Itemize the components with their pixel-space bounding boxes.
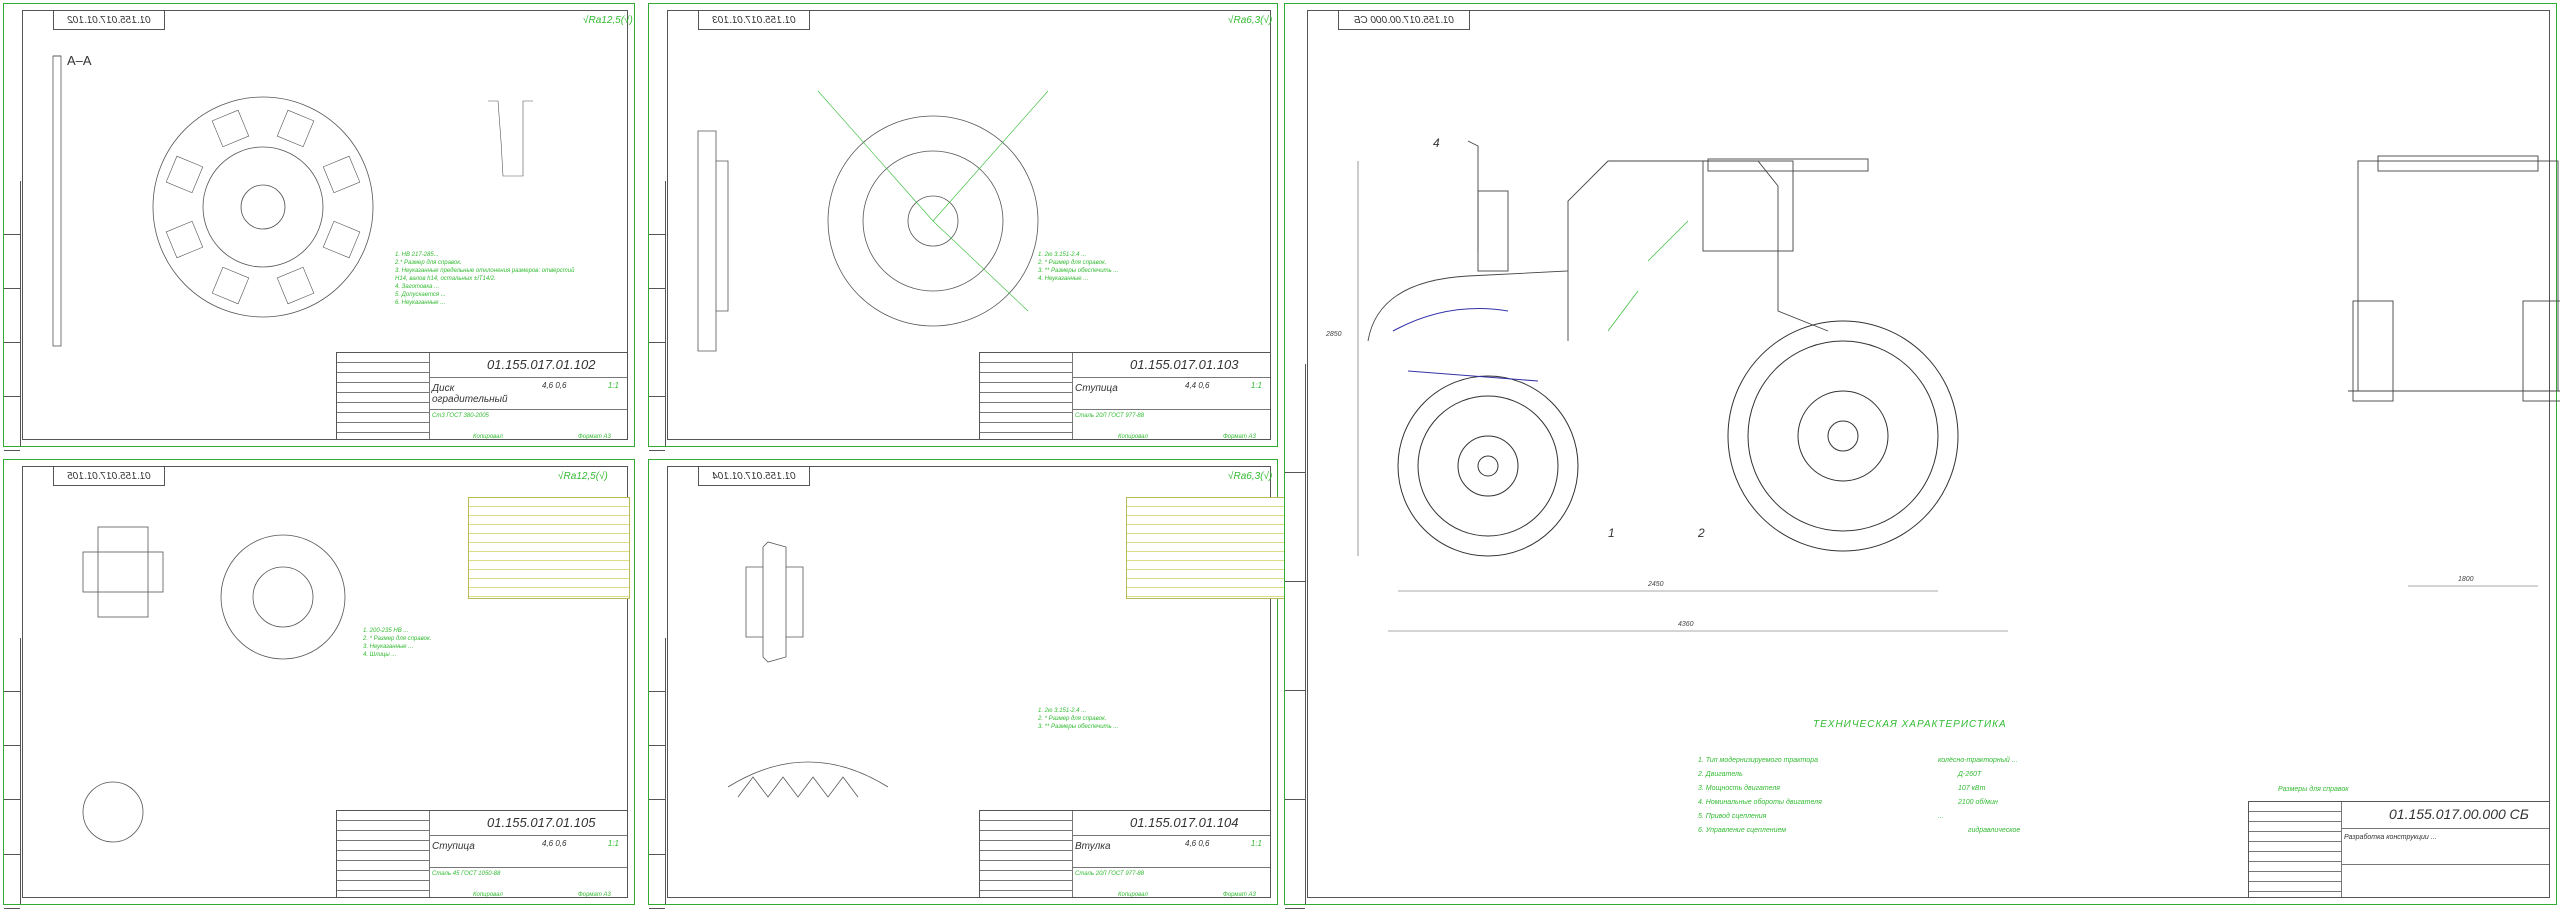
disk-window [165,155,204,194]
position-4: 4 [1433,136,1440,150]
copied-label: Копировал [1118,434,1148,440]
dimension-height: 2850 [1326,331,1342,338]
disk-window [276,109,315,148]
drawing-scale: 1:1 [607,839,619,848]
tractor-assembly-drawing [1357,140,2560,632]
sheet-frame: 01.155.017.01.102 √Ra12,5(√) 1. НВ 217-2… [22,10,633,440]
tech-notes: 1. 200-235 НВ ... 2. * Размер для справо… [363,628,432,658]
disk-window [211,109,250,148]
sheet-frame: 01.155.017.01.104 √Ra6,3(√) 1. 2ю 3.151-… [667,466,1288,898]
char-row-1-value: колёсно-тракторный ... [1938,757,2018,764]
part-mass: 4,6 0,6 [542,839,567,848]
disk-window [276,266,315,305]
position-2: 2 [1698,526,1705,540]
drawing-sheet-2: 01.155.017.01.103 √Ra6,3(√) 1. 2ю 3.151-… [648,3,1278,451]
disk-window [211,266,250,305]
format-label: Формат А3 [1223,434,1256,440]
part-mass: 4,6 0,6 [1185,839,1210,848]
title-block: 01.155.017.01.104 Втулка 4,6 0,6 1:1 Ста… [979,810,1270,897]
left-strip [4,637,21,909]
disk-window [165,220,204,259]
left-strip [4,180,21,451]
tech-notes: 1. 2ю 3.151-2.4 ... 2. * Размер для спра… [1038,708,1119,730]
drawing-sheet-1: 01.155.017.01.102 √Ra12,5(√) 1. НВ 217-2… [3,3,635,451]
char-row-4-label: 4. Номинальные обороты двигателя [1698,799,1822,806]
char-row-1-label: 1. Тип модернизируемого трактора [1698,757,1818,764]
part-name: Ступица [1075,383,1118,394]
char-row-6-label: 6. Управление сцеплением [1698,827,1787,834]
title-block: 01.155.017.01.105 Ступица 4,6 0,6 1:1 Ст… [336,810,627,897]
left-strip [649,180,666,451]
format-label: Формат А3 [1223,892,1256,898]
material: Сталь 45 ГОСТ 1050-88 [432,871,501,877]
part-mass: 4,4 0,6 [1185,381,1210,390]
tech-notes: 1. НВ 217-285... 2.* Размер для справок.… [395,252,575,306]
dimension-wheelbase: 2450 [1648,581,1664,588]
copied-label: Копировал [1118,892,1148,898]
section-label-a-a: А–А [67,53,92,68]
char-row-3-value: 107 кВт [1958,785,1986,792]
material: Сталь 20Л ГОСТ 977-88 [1075,871,1145,877]
sheet-frame: 01.155.017.01.103 √Ra6,3(√) 1. 2ю 3.151-… [667,10,1272,440]
assembly-name: Разработка конструкции ... [2344,834,2437,841]
tech-char-title: ТЕХНИЧЕСКАЯ ХАРАКТЕРИСТИКА [1813,719,2007,730]
drawing-code: 01.155.017.01.105 [487,815,596,830]
left-strip [649,637,666,909]
drawing-code: 01.155.017.00.000 СБ [2389,806,2529,822]
format-label: Формат А3 [578,434,611,440]
char-row-6-value: гидравлическое [1968,827,2021,834]
part-mass: 4,6 0,6 [542,381,567,390]
position-1: 1 [1608,526,1615,540]
format-label: Формат А3 [578,892,611,898]
left-strip [1285,364,1306,909]
part-name: Втулка [1075,841,1111,852]
part-name: Ступица [432,841,475,852]
material: Ст3 ГОСТ 380-2005 [432,413,489,419]
title-block: 01.155.017.01.102 Диск оградительный 4,6… [336,352,627,439]
char-row-5-label: 5. Привод сцепления [1698,813,1767,820]
drawing-code: 01.155.017.01.102 [487,357,596,372]
char-row-4-value: 2100 об/мин [1958,799,1998,806]
sheet-frame: 01.155.017.01.105 √Ra12,5(√) 1. 200-235 … [22,466,630,898]
drawing-sheet-4: 01.155.017.01.104 √Ra6,3(√) 1. 2ю 3.151-… [648,459,1288,909]
drawing-scale: 1:1 [1250,381,1262,390]
char-row-3-label: 3. Мощность двигателя [1698,785,1781,792]
dimension-track: 1800 [2458,576,2474,583]
part-name: Диск оградительный [432,383,508,405]
material: Сталь 20Л ГОСТ 977-88 [1075,413,1145,419]
reference-note: Размеры для справок [2278,786,2349,793]
char-row-5-value: ... [1938,813,1944,820]
char-row-2-label: 2. Двигатель [1698,771,1743,778]
disk-window [322,220,361,259]
title-block: 01.155.017.01.103 Ступица 4,4 0,6 1:1 Ст… [979,352,1270,439]
dimension-length: 4360 [1678,621,1694,628]
copied-label: Копировал [473,434,503,440]
copied-label: Копировал [473,892,503,898]
tech-notes: 1. 2ю 3.151-2.4 ... 2. * Размер для спра… [1038,252,1119,282]
disk-window [322,155,361,194]
char-row-2-value: Д-260Т [1958,771,1982,778]
drawing-code: 01.155.017.01.103 [1130,357,1239,372]
drawing-sheet-3: 01.155.017.01.105 √Ra12,5(√) 1. 200-235 … [3,459,635,909]
drawing-scale: 1:1 [1250,839,1262,848]
assembly-sheet: 01.155.017.00.000 СБ 2850 2450 4360 1800… [1284,3,2560,909]
title-block: 01.155.017.00.000 СБ Разработка конструк… [2248,801,2549,897]
drawing-scale: 1:1 [607,381,619,390]
sheet-frame: 01.155.017.00.000 СБ 2850 2450 4360 1800… [1307,10,2560,898]
drawing-code: 01.155.017.01.104 [1130,815,1239,830]
